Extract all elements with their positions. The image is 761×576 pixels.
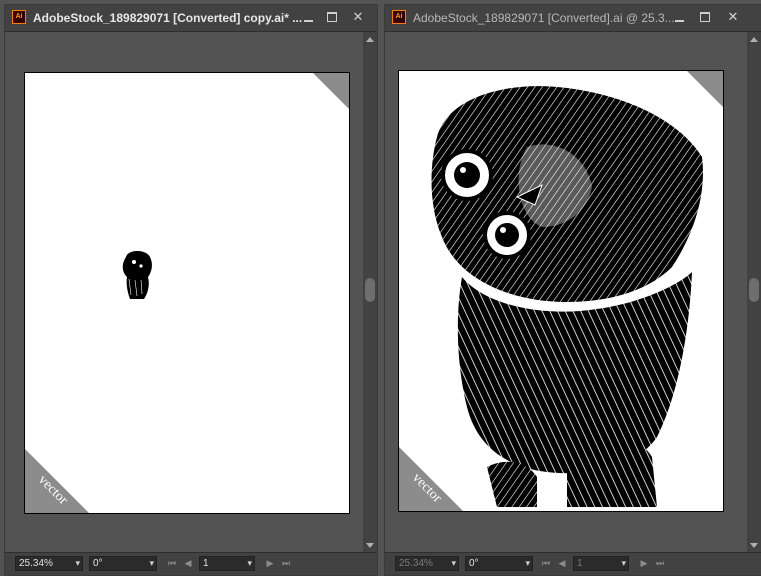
scroll-thumb[interactable]: [749, 278, 759, 302]
document-window-left: Ai AdobeStock_189829071 [Converted] copy…: [4, 4, 378, 576]
chevron-down-icon: ▾: [621, 558, 626, 568]
artboard-select[interactable]: 1 ▾: [199, 556, 255, 571]
prev-artboard-icon[interactable]: ◀: [555, 556, 569, 571]
close-icon[interactable]: ✕: [721, 8, 745, 26]
scroll-down-icon[interactable]: [366, 543, 374, 548]
chevron-down-icon: ▾: [247, 558, 252, 568]
rotation-select[interactable]: 0° ▾: [89, 556, 157, 571]
artboard-select[interactable]: 1 ▾: [573, 556, 629, 571]
next-artboard-icon[interactable]: ▶: [263, 556, 277, 571]
minimize-icon[interactable]: [296, 8, 320, 26]
scroll-down-icon[interactable]: [750, 543, 758, 548]
zoom-select[interactable]: 25.34% ▾: [395, 556, 459, 571]
scroll-up-icon[interactable]: [366, 37, 374, 42]
scroll-thumb[interactable]: [365, 278, 375, 302]
maximize-icon[interactable]: [693, 8, 717, 26]
close-icon[interactable]: ✕: [346, 8, 370, 26]
first-artboard-icon[interactable]: ⏮: [165, 556, 179, 571]
zoom-select[interactable]: 25.34% ▾: [15, 556, 83, 571]
title-bar[interactable]: Ai AdobeStock_189829071 [Converted].ai @…: [385, 5, 761, 32]
canvas[interactable]: vector: [5, 32, 363, 553]
minimize-icon[interactable]: [667, 8, 691, 26]
chevron-down-icon: ▾: [149, 558, 154, 568]
title-bar[interactable]: Ai AdobeStock_189829071 [Converted] copy…: [5, 5, 377, 32]
maximize-icon[interactable]: [320, 8, 344, 26]
document-title: AdobeStock_189829071 [Converted].ai @ 25…: [413, 11, 675, 25]
document-title: AdobeStock_189829071 [Converted] copy.ai…: [33, 11, 303, 25]
illustrator-icon: Ai: [392, 10, 406, 24]
illustrator-icon: Ai: [12, 10, 26, 24]
chevron-down-icon: ▾: [525, 558, 530, 568]
next-artboard-icon[interactable]: ▶: [637, 556, 651, 571]
rotation-value: 0°: [93, 558, 103, 569]
vertical-scrollbar[interactable]: [747, 32, 761, 553]
chevron-down-icon: ▾: [451, 558, 456, 568]
document-window-right: Ai AdobeStock_189829071 [Converted].ai @…: [384, 4, 761, 576]
owl-image: [431, 86, 703, 507]
vertical-scrollbar[interactable]: [363, 32, 377, 553]
artboard[interactable]: vector: [24, 72, 350, 514]
artboard[interactable]: vector: [398, 70, 724, 512]
owl-image-small: [122, 251, 152, 299]
rotation-select[interactable]: 0° ▾: [465, 556, 533, 571]
corner-flag-bottom-left: vector: [25, 449, 89, 513]
last-artboard-icon[interactable]: ⏭: [653, 556, 667, 571]
status-bar: 25.34% ▾ 0° ▾ ⏮ ◀ 1 ▾ ▶ ⏭: [385, 552, 761, 575]
first-artboard-icon[interactable]: ⏮: [539, 556, 553, 571]
corner-flag-bottom-left: vector: [399, 447, 463, 511]
chevron-down-icon: ▾: [75, 558, 80, 568]
artboard-value: 1: [203, 558, 209, 569]
last-artboard-icon[interactable]: ⏭: [279, 556, 293, 571]
zoom-value: 25.34%: [19, 558, 53, 569]
corner-flag-top-right: [313, 73, 349, 109]
zoom-value: 25.34%: [399, 558, 433, 569]
scroll-up-icon[interactable]: [750, 37, 758, 42]
prev-artboard-icon[interactable]: ◀: [181, 556, 195, 571]
artboard-value: 1: [577, 558, 583, 569]
rotation-value: 0°: [469, 558, 479, 569]
status-bar: 25.34% ▾ 0° ▾ ⏮ ◀ 1 ▾ ▶ ⏭: [5, 552, 377, 575]
canvas[interactable]: vector: [385, 32, 747, 553]
